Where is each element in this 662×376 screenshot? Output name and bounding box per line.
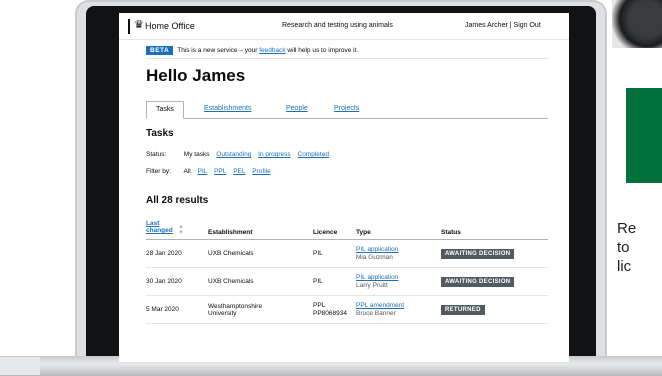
tab-tasks[interactable]: Tasks: [146, 101, 184, 119]
row-person: Bruce Banner: [356, 310, 396, 318]
status-filter-outstanding[interactable]: Outstanding: [216, 151, 251, 158]
row-licence: PIL: [313, 267, 356, 297]
tab-projects[interactable]: Projects: [334, 101, 359, 117]
status-badge: AWAITING DECISION: [441, 276, 515, 287]
row-establishment: Westhamptonshire University: [208, 295, 313, 325]
laptop-screen: ♛ Home Office Research and testing using…: [119, 13, 569, 362]
status-filter: Status: My tasks Outstanding In progress…: [146, 151, 334, 158]
sort-last-changed-link[interactable]: Last changed: [146, 220, 173, 234]
site-header: ♛ Home Office Research and testing using…: [119, 13, 569, 40]
row-person: Mia Guzman: [356, 254, 393, 262]
row-person: Larry Pruitt: [356, 282, 388, 290]
tab-people[interactable]: People: [286, 101, 308, 117]
tasks-heading: Tasks: [146, 128, 174, 139]
green-brand-block: [626, 88, 662, 183]
status-badge: RETURNED: [441, 304, 485, 315]
type-filter-pel[interactable]: PEL: [233, 168, 245, 175]
row-establishment-name: Westhamptonshire University: [208, 302, 263, 317]
row-date: 5 Mar 2020: [146, 295, 208, 325]
row-type: PIL application Mia Guzman: [356, 239, 441, 269]
beta-tag: BETA: [146, 46, 174, 55]
row-establishment: UXB Chemicals: [208, 239, 313, 269]
feedback-link[interactable]: feedback: [259, 47, 285, 54]
service-name[interactable]: Research and testing using animals: [282, 22, 393, 29]
beta-text-after: will help us to improve it.: [285, 47, 359, 54]
column-header-status: Status: [441, 218, 548, 241]
type-filter-profile[interactable]: Profile: [252, 168, 270, 175]
page-title: Hello James: [146, 66, 246, 85]
table-row: 30 Jan 2020 UXB Chemicals PIL PIL applic…: [146, 267, 548, 297]
type-filter-label: Filter by:: [146, 168, 171, 175]
row-status: RETURNED: [441, 295, 548, 325]
row-licence-type: PIL: [313, 278, 323, 286]
row-licence-number: PP8068934: [313, 310, 347, 318]
sign-out-link[interactable]: Sign Out: [514, 22, 541, 29]
user-area: James Archer | Sign Out: [465, 22, 541, 29]
divider-bar: [128, 19, 130, 34]
row-type-link[interactable]: PPL amendment: [356, 302, 404, 309]
row-licence: PIL: [313, 239, 356, 269]
type-filter-pil[interactable]: PIL: [198, 168, 208, 175]
status-filter-current: My tasks: [183, 151, 210, 158]
row-type: PIL application Larry Pruitt: [356, 267, 441, 297]
row-type-link[interactable]: PIL application: [356, 246, 398, 253]
tab-establishments[interactable]: Establishments: [204, 101, 251, 117]
status-filter-in-progress[interactable]: In progress: [258, 151, 291, 158]
table-header-row: Last changed ▲ ▼ Establishment Licence Typ…: [146, 218, 548, 241]
row-status: AWAITING DECISION: [441, 267, 548, 297]
results-heading: All 28 results: [146, 195, 209, 206]
tab-bar: Tasks Establishments People Projects: [146, 101, 548, 119]
status-filter-label: Status:: [146, 151, 167, 158]
row-date: 28 Jan 2020: [146, 239, 208, 269]
side-text: Re to lic: [617, 220, 637, 275]
row-status: AWAITING DECISION: [441, 239, 548, 269]
sort-icon: ▲ ▼: [178, 224, 184, 237]
row-date: 30 Jan 2020: [146, 267, 208, 297]
user-name[interactable]: James Archer: [465, 22, 508, 29]
type-filter-ppl[interactable]: PPL: [214, 168, 226, 175]
column-header-type: Type: [356, 218, 441, 241]
column-header-last-changed[interactable]: Last changed ▲ ▼: [146, 218, 208, 241]
column-header-licence: Licence: [313, 218, 356, 241]
table-row: 5 Mar 2020 Westhamptonshire University P…: [146, 295, 548, 325]
row-licence-type: PIL: [313, 250, 323, 258]
table-row: 28 Jan 2020 UXB Chemicals PIL PIL applic…: [146, 239, 548, 269]
brand-name[interactable]: Home Office: [145, 21, 195, 31]
beta-text-before: This is a new service – your: [177, 47, 260, 54]
row-licence-type: PPL: [313, 302, 326, 310]
laptop-base-edge: [0, 357, 40, 375]
crest-icon: ♛: [134, 19, 144, 31]
column-header-establishment: Establishment: [208, 218, 313, 241]
tasks-table: Last changed ▲ ▼ Establishment Licence Typ…: [146, 218, 548, 325]
row-type-link[interactable]: PIL application: [356, 274, 398, 281]
beta-banner: BETA This is a new service – your feedbac…: [146, 46, 358, 55]
status-filter-completed[interactable]: Completed: [298, 151, 329, 158]
type-filter-current: All: [183, 168, 191, 175]
row-establishment: UXB Chemicals: [208, 267, 313, 297]
row-type: PPL amendment Bruce Banner: [356, 295, 441, 325]
background-object: [612, 0, 662, 48]
header-separator: |: [509, 22, 512, 29]
status-badge: AWAITING DECISION: [441, 248, 515, 259]
type-filter: Filter by: All PIL PPL PEL Profile: [146, 168, 276, 175]
divider: [146, 58, 548, 59]
row-licence: PPL PP8068934: [313, 295, 356, 325]
